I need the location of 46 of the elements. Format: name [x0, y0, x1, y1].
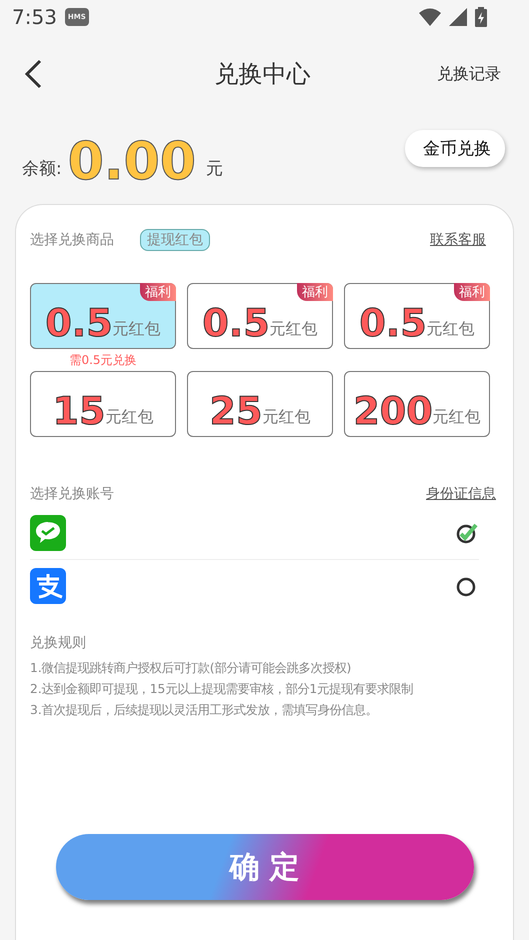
product-option[interactable]: 25元红包 — [187, 371, 333, 437]
product-amount: 0.5 — [45, 304, 113, 342]
product-note: 需0.5元兑换 — [69, 352, 137, 369]
rule-text: 3.首次提现后，后续提现以灵活用工形式发放，需填写身份信息。 — [30, 702, 379, 719]
balance-amount: 0.00 — [68, 136, 196, 188]
product-option[interactable]: 15元红包 — [30, 371, 176, 437]
product-amount: 200 — [353, 392, 433, 430]
chat-bubble-icon — [30, 515, 66, 551]
status-time: 7:53 — [12, 5, 57, 29]
id-info-link[interactable]: 身份证信息 — [426, 485, 496, 503]
product-option[interactable]: 福利 0.5元红包 — [187, 283, 333, 349]
battery-icon — [475, 7, 487, 27]
section-label: 选择兑换商品 — [30, 231, 114, 249]
rules-title: 兑换规则 — [30, 634, 87, 652]
product-amount: 25 — [210, 392, 262, 430]
product-amount: 0.5 — [359, 304, 427, 342]
payment-icon — [30, 568, 66, 604]
product-unit: 元红包 — [262, 407, 310, 428]
page-title: 兑换中心 — [214, 59, 310, 90]
balance-unit: 元 — [206, 158, 224, 180]
product-unit: 元红包 — [105, 407, 154, 428]
signal-icon — [449, 8, 467, 26]
product-unit: 元红包 — [270, 319, 318, 340]
rule-text: 1.微信提现跳转商户授权后可打款(部分请可能会跳多次授权) — [30, 660, 352, 677]
category-tag[interactable]: 提现红包 — [140, 229, 210, 251]
support-link[interactable]: 联系客服 — [430, 231, 486, 249]
product-unit: 元红包 — [426, 319, 475, 340]
confirm-button[interactable]: 确 定 — [56, 834, 474, 900]
checked-radio-icon[interactable] — [455, 521, 479, 545]
wifi-icon — [419, 8, 441, 26]
product-option[interactable]: 福利 0.5元红包 — [344, 283, 490, 349]
product-unit: 元红包 — [112, 319, 161, 340]
welfare-badge: 福利 — [454, 283, 490, 301]
product-option[interactable]: 福利 0.5元红包 — [30, 283, 176, 349]
balance-label: 余额: — [22, 158, 62, 180]
product-amount: 15 — [52, 392, 106, 430]
rule-text: 2.达到金额即可提现，15元以上提现需要审核，部分1元提现有要求限制 — [30, 681, 414, 698]
product-unit: 元红包 — [432, 407, 481, 428]
product-option[interactable]: 200元红包 — [344, 371, 490, 437]
coin-exchange-button[interactable]: 金币兑换 — [405, 130, 505, 167]
section-label: 选择兑换账号 — [30, 485, 114, 503]
back-icon[interactable] — [24, 59, 42, 89]
history-link[interactable]: 兑换记录 — [437, 64, 501, 84]
welfare-badge: 福利 — [297, 283, 333, 301]
product-amount: 0.5 — [202, 304, 270, 342]
welfare-badge: 福利 — [140, 283, 176, 301]
